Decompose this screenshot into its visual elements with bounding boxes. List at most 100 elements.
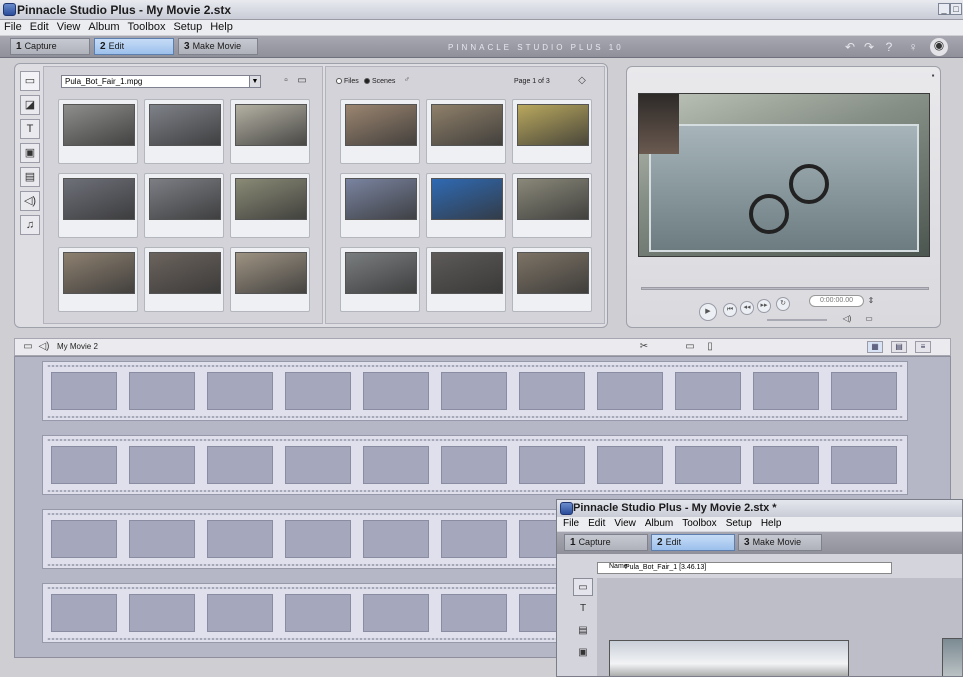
scene-thumbnail[interactable] [144,173,224,238]
scene-thumbnail[interactable] [426,247,506,312]
storyboard-slot[interactable] [363,372,429,410]
premium-icon[interactable]: ◉ [930,38,948,56]
storyboard-slot[interactable] [129,372,195,410]
timecode-spinner-icon[interactable]: ⇕ [865,295,877,307]
menu-help[interactable]: Help [758,517,785,530]
audio-track-icon[interactable]: ◁) [37,341,51,353]
volume-slider[interactable] [767,319,827,321]
storyboard-slot[interactable] [441,594,507,632]
menu-edit[interactable]: Edit [26,20,53,34]
menu-album[interactable]: Album [84,20,123,34]
menu-setup[interactable]: Setup [169,20,206,34]
trash-icon[interactable]: ▯ [703,341,717,353]
rewind-icon[interactable]: ◂◂ [740,301,754,315]
volume-icon[interactable]: ◁) [841,313,853,325]
scene-thumbnail[interactable] [512,173,592,238]
storyboard-slot[interactable] [285,372,351,410]
menu-album[interactable]: Album [642,517,676,530]
scene-thumbnail[interactable] [512,99,592,164]
storyboard-slot[interactable] [285,594,351,632]
titles-icon[interactable]: T [20,119,40,139]
title-toolbox-icon[interactable]: T [573,600,593,618]
storyboard-slot[interactable] [129,446,195,484]
video-toolbox-icon[interactable]: ▭ [573,578,593,596]
storyboard-slot[interactable] [51,594,117,632]
loop-icon[interactable]: ↻ [776,297,790,311]
tab-capture[interactable]: 1 Capture [564,534,648,551]
scene-thumbnail[interactable] [340,99,420,164]
text-view-icon[interactable]: ≡ [915,341,931,353]
storyboard-slot[interactable] [207,520,273,558]
scene-thumbnail[interactable] [230,99,310,164]
storyboard-slot[interactable] [519,446,585,484]
storyboard-slot[interactable] [597,372,663,410]
photo-toolbox-icon[interactable]: ▤ [573,622,593,640]
folder-icon[interactable]: ▭ [296,75,308,87]
menu-file[interactable]: File [560,517,582,530]
undo-icon[interactable]: ↶ [843,40,857,54]
menu-file[interactable]: File [0,20,26,34]
tab-make-movie[interactable]: 3 Make Movie [178,38,258,55]
storyboard-slot[interactable] [51,446,117,484]
scene-thumbnail[interactable] [340,247,420,312]
storyboard-slot[interactable] [441,446,507,484]
source-file-select[interactable]: Pula_Bot_Fair_1.mpg ▼ [61,75,261,88]
razor-icon[interactable]: ✂ [637,341,651,353]
tab-capture[interactable]: 1 Capture [10,38,90,55]
fullscreen-icon[interactable]: ▭ [863,313,875,325]
storyboard-slot[interactable] [207,446,273,484]
menu-toolbox[interactable]: Toolbox [124,20,170,34]
storyboard-slot[interactable] [285,446,351,484]
chevron-down-icon[interactable]: ▼ [249,76,260,87]
scene-thumbnail[interactable] [230,247,310,312]
storyboard-slot[interactable] [285,520,351,558]
menu-edit[interactable]: Edit [585,517,608,530]
storyboard-slot[interactable] [441,520,507,558]
menu-view[interactable]: View [53,20,85,34]
play-icon[interactable]: ▶ [699,303,717,321]
photos-icon[interactable]: ▣ [20,143,40,163]
split-clip-icon[interactable]: ▭ [683,341,697,353]
disc-menus-icon[interactable]: ▤ [20,167,40,187]
storyboard-slot[interactable] [51,520,117,558]
timeline-view-icon[interactable]: ▤ [891,341,907,353]
scene-thumbnail[interactable] [230,173,310,238]
open-folder-icon[interactable]: ▫ [280,75,292,87]
maximize-icon[interactable]: □ [950,3,962,15]
scenes-radio[interactable]: Scenes [364,78,395,85]
sound-effects-icon[interactable]: ◁) [20,191,40,211]
tab-make-movie[interactable]: 3 Make Movie [738,534,822,551]
storyboard-slot[interactable] [753,446,819,484]
storyboard-slot[interactable] [831,372,897,410]
storyboard-slot[interactable] [675,446,741,484]
scenes-view-icon[interactable]: ♂ [401,74,413,86]
storyboard-slot[interactable] [441,372,507,410]
storyboard-slot[interactable] [129,520,195,558]
scene-thumbnail[interactable] [144,247,224,312]
transitions-icon[interactable]: ◪ [20,95,40,115]
clip-name-field[interactable]: Pula_Bot_Fair_1 [3.46.13] [597,562,892,574]
menu-toolbox[interactable]: Toolbox [679,517,719,530]
scene-thumbnail[interactable] [512,247,592,312]
storyboard-slot[interactable] [363,520,429,558]
video-scenes-icon[interactable]: ▭ [20,71,40,91]
storyboard-slot[interactable] [363,594,429,632]
scene-thumbnail[interactable] [144,99,224,164]
storyboard-slot[interactable] [675,372,741,410]
scene-thumbnail[interactable] [58,173,138,238]
files-radio[interactable]: Files [336,78,359,85]
fast-forward-icon[interactable]: ▸▸ [757,299,771,313]
storyboard-slot[interactable] [519,372,585,410]
storyboard-slot[interactable] [597,446,663,484]
help-icon[interactable]: ? [882,40,896,54]
go-to-start-icon[interactable]: ⏮ [723,303,737,317]
scrubber[interactable] [641,287,929,290]
storyboard-view-icon[interactable]: ▦ [867,341,883,353]
music-icon[interactable]: ♫ [20,215,40,235]
redo-icon[interactable]: ↷ [862,40,876,54]
storyboard-slot[interactable] [207,372,273,410]
menu-help[interactable]: Help [206,20,237,34]
scene-thumbnail[interactable] [340,173,420,238]
storyboard-slot[interactable] [207,594,273,632]
detach-icon[interactable]: ▪ [927,70,939,82]
